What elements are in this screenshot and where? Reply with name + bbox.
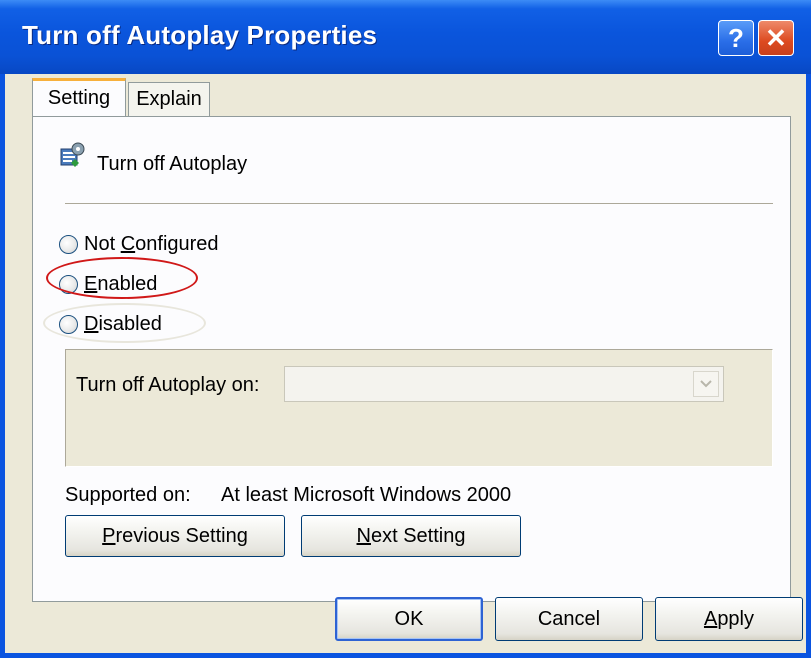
supported-on-label: Supported on: [65, 484, 191, 506]
apply-button[interactable]: Apply [655, 597, 803, 641]
highlight-annotation-enabled [46, 257, 198, 299]
previous-setting-button[interactable]: Previous Setting [65, 515, 285, 557]
cancel-label: Cancel [537, 607, 601, 630]
highlight-annotation-disabled [43, 303, 206, 343]
setting-panel: Turn off Autoplay Not Configured Enabled… [32, 116, 791, 602]
radio-not-configured-label: Not Configured [84, 233, 219, 255]
properties-dialog: Turn off Autoplay Properties ? ✕ Setting… [0, 0, 811, 658]
help-button[interactable]: ? [718, 20, 754, 56]
title-bar[interactable]: Turn off Autoplay Properties ? ✕ [0, 0, 811, 74]
tab-explain-label: Explain [136, 88, 202, 110]
help-icon: ? [728, 22, 744, 53]
previous-setting-label: Previous Setting [102, 524, 248, 547]
close-icon: ✕ [765, 22, 787, 53]
supported-on-value: At least Microsoft Windows 2000 [221, 484, 512, 506]
radio-button-icon[interactable] [59, 235, 78, 254]
ok-button[interactable]: OK [335, 597, 483, 641]
divider [65, 203, 773, 204]
radio-not-configured[interactable]: Not Configured [59, 233, 219, 256]
dropdown-button[interactable] [693, 371, 719, 397]
dropdown-label: Turn off Autoplay on: [76, 374, 260, 396]
window-title: Turn off Autoplay Properties [22, 20, 378, 50]
next-setting-button[interactable]: Next Setting [301, 515, 521, 557]
close-button[interactable]: ✕ [758, 20, 794, 56]
tab-setting-label: Setting [47, 87, 111, 109]
chevron-down-icon [700, 380, 712, 388]
apply-label: Apply [703, 607, 755, 630]
policy-name: Turn off Autoplay [97, 153, 248, 175]
next-setting-label: Next Setting [356, 524, 466, 547]
ok-label: OK [394, 607, 424, 630]
tab-explain[interactable]: Explain [128, 82, 210, 116]
cancel-button[interactable]: Cancel [495, 597, 643, 641]
autoplay-drive-dropdown[interactable] [284, 366, 724, 402]
tab-setting[interactable]: Setting [32, 78, 126, 116]
policy-settings-icon [60, 142, 85, 167]
options-group: Turn off Autoplay on: [65, 349, 773, 467]
